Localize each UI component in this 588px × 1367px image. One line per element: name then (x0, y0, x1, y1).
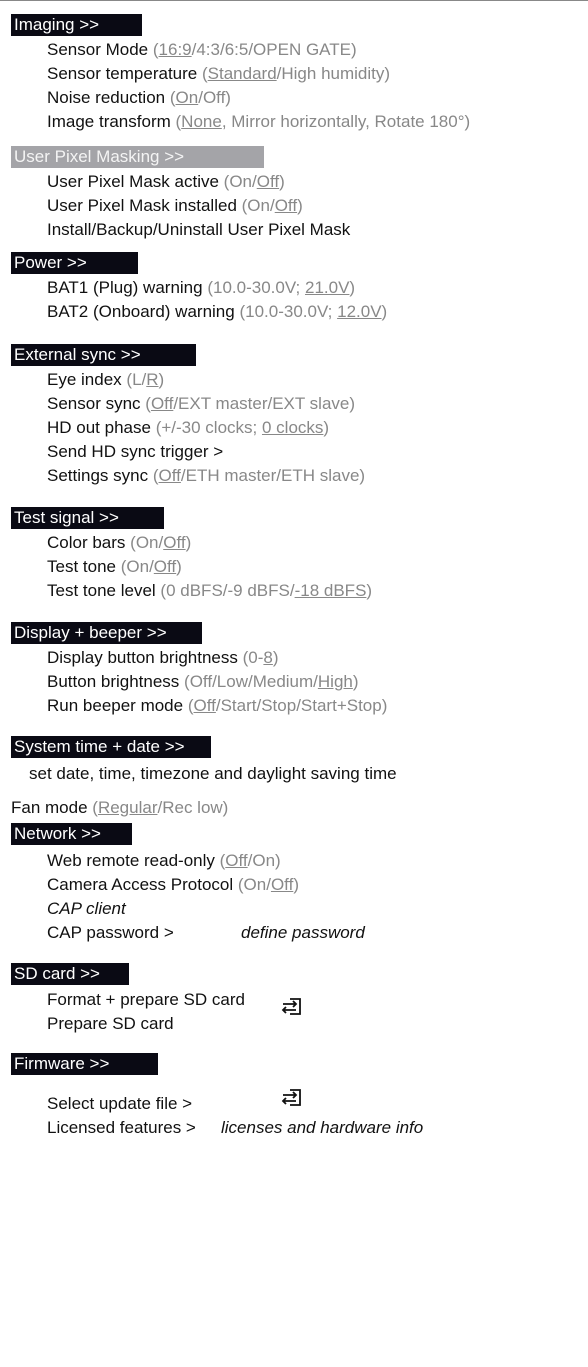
options: (Off/ETH master/ETH slave) (152, 466, 366, 485)
menu-item-image-transform: Image transform (None, Mirror horizontal… (47, 112, 471, 131)
menu-item-display-button-brightness: Display button brightness (0-8) (47, 648, 279, 667)
options: (Off/Low/Medium/High) (184, 672, 359, 691)
selected-option: On (175, 88, 199, 107)
menu-item-licensed-features: Licensed features > (47, 1118, 196, 1137)
menu-item-sensor-temperature: Sensor temperature (Standard/High humidi… (47, 64, 391, 83)
selected-option: 0 clocks (261, 418, 324, 437)
section-header: External sync >> (11, 344, 196, 366)
menu-item-camera-access-protocol: Camera Access Protocol (On/Off) (47, 875, 299, 894)
transfer-arrows-icon (281, 1089, 301, 1106)
selected-option: Off (270, 875, 294, 894)
menu-item-upm-active: User Pixel Mask active (On/Off) (47, 172, 285, 191)
menu-item-test-tone-level: Test tone level (0 dBFS/-9 dBFS/-18 dBFS… (47, 581, 373, 600)
menu-item-set-date-time: set date, time, timezone and daylight sa… (29, 764, 397, 783)
selected-option: 12.0V (337, 302, 382, 321)
options: (L/R) (126, 370, 165, 389)
menu-item-upm-installed: User Pixel Mask installed (On/Off) (47, 196, 303, 215)
section-header: Power >> (11, 252, 138, 274)
menu-item-noise-reduction: Noise reduction (On/Off) (47, 88, 231, 107)
menu-item-web-remote-read-only: Web remote read-only (Off/On) (47, 851, 281, 870)
menu-item-sensor-mode: Sensor Mode (16:9/4:3/6:5/OPEN GATE) (47, 40, 357, 59)
menu-item-fan-mode: Fan mode (Regular/Rec low) (11, 798, 229, 817)
selected-option: Regular (97, 798, 158, 817)
menu-item-bat2-warning: BAT2 (Onboard) warning (10.0-30.0V; 12.0… (47, 302, 388, 321)
options: (Off/EXT master/EXT slave) (145, 394, 356, 413)
selected-option: -18 dBFS (294, 581, 367, 600)
options: (10.0-30.0V; 21.0V) (207, 278, 356, 297)
menu-item-send-hd-sync-trigger: Send HD sync trigger > (47, 442, 224, 461)
section-header: System time + date >> (11, 736, 211, 758)
menu-item-button-brightness: Button brightness (Off/Low/Medium/High) (47, 672, 359, 691)
options: (Off/Start/Stop/Start+Stop) (187, 696, 388, 715)
options: (None, Mirror horizontally, Rotate 180°) (175, 112, 471, 131)
options: (16:9/4:3/6:5/OPEN GATE) (152, 40, 357, 59)
menu-item-bat1-warning: BAT1 (Plug) warning (10.0-30.0V; 21.0V) (47, 278, 356, 297)
options: (Regular/Rec low) (92, 798, 229, 817)
menu-structure-document: Imaging >> Sensor Mode (16:9/4:3/6:5/OPE… (0, 0, 588, 1367)
selected-option: 16:9 (158, 40, 192, 59)
selected-option: 8 (263, 648, 273, 667)
options: (On/Off) (241, 196, 303, 215)
options: (Standard/High humidity) (201, 64, 391, 83)
section-header: User Pixel Masking >> (11, 146, 264, 168)
options: (Off/On) (219, 851, 281, 870)
selected-option: Standard (207, 64, 277, 83)
cap-password-note: define password (241, 923, 365, 942)
menu-item-cap-password: CAP password > (47, 923, 174, 942)
menu-item-sensor-sync: Sensor sync (Off/EXT master/EXT slave) (47, 394, 356, 413)
selected-option: 21.0V (304, 278, 350, 297)
transfer-arrows-icon (281, 998, 301, 1015)
section-header: SD card >> (11, 963, 129, 985)
options: (+/-30 clocks; 0 clocks) (155, 418, 330, 437)
menu-item-hd-out-phase: HD out phase (+/-30 clocks; 0 clocks) (47, 418, 330, 437)
selected-option: Off (193, 696, 216, 715)
options: (On/Off) (130, 533, 192, 552)
options: (On/Off) (169, 88, 231, 107)
selected-option: R (146, 370, 159, 389)
menu-item-upm-install: Install/Backup/Uninstall User Pixel Mask (47, 220, 351, 239)
selected-option: Off (150, 394, 174, 413)
menu-item-color-bars: Color bars (On/Off) (47, 533, 192, 552)
menu-item-run-beeper-mode: Run beeper mode (Off/Start/Stop/Start+St… (47, 696, 388, 715)
selected-option: Off (225, 851, 248, 870)
options: (0 dBFS/-9 dBFS/-18 dBFS) (160, 581, 373, 600)
section-header: Display + beeper >> (11, 622, 202, 644)
selected-option: High (317, 672, 353, 691)
section-header: Firmware >> (11, 1053, 158, 1075)
options: (On/Off) (223, 172, 285, 191)
section-header: Test signal >> (11, 507, 164, 529)
menu-item-format-prepare-sd: Format + prepare SD card (47, 990, 245, 1009)
menu-item-prepare-sd: Prepare SD card (47, 1014, 174, 1033)
menu-item-select-update-file: Select update file > (47, 1094, 193, 1113)
selected-option: None (181, 112, 222, 131)
menu-item-eye-index: Eye index (L/R) (47, 370, 165, 389)
section-header: Imaging >> (11, 14, 142, 36)
selected-option: Off (158, 466, 181, 485)
selected-option: Off (163, 533, 186, 552)
selected-option: Off (256, 172, 280, 191)
menu-item-cap-client: CAP client (47, 899, 126, 918)
licensed-features-note: licenses and hardware info (221, 1118, 424, 1137)
options: (0-8) (242, 648, 279, 667)
options: (On/Off) (237, 875, 299, 894)
selected-option: Off (274, 196, 298, 215)
options: (10.0-30.0V; 12.0V) (239, 302, 388, 321)
menu-item-settings-sync: Settings sync (Off/ETH master/ETH slave) (47, 466, 366, 485)
selected-option: Off (153, 557, 177, 576)
menu-item-test-tone: Test tone (On/Off) (47, 557, 182, 576)
options: (On/Off) (120, 557, 182, 576)
section-header: Network >> (11, 823, 132, 845)
